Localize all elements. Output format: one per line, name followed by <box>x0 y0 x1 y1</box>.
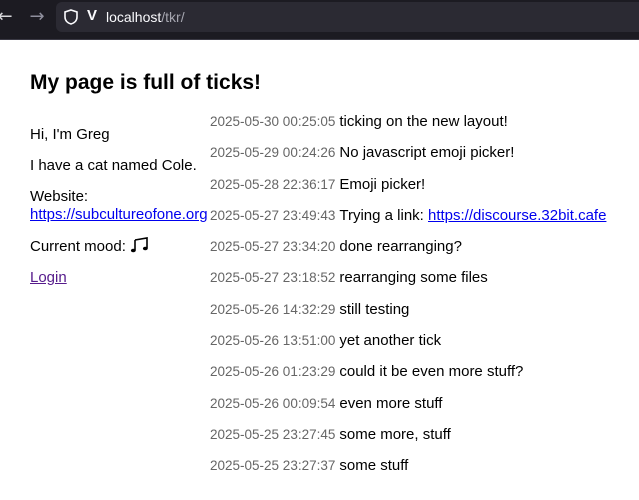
tick-text: some stuff <box>339 457 409 475</box>
tick-timestamp: 2025-05-25 23:27:45 <box>210 426 336 442</box>
tick-item: 2025-05-26 01:23:29 could it be even more… <box>210 363 639 394</box>
tick-text: rearranging some files <box>339 269 488 287</box>
tick-timestamp: 2025-05-26 00:09:54 <box>210 395 336 411</box>
greeting: Hi, I'm Greg <box>30 126 110 143</box>
tick-timestamp: 2025-05-29 00:24:26 <box>210 145 336 161</box>
tick-text: Trying a link: <box>339 206 428 224</box>
tick-timestamp: 2025-05-26 14:32:29 <box>210 301 336 317</box>
tick-item: 2025-05-26 00:09:54 even more stuff <box>210 395 639 426</box>
url-path: /tkr/ <box>161 9 185 25</box>
tick-item: 2025-05-27 23:49:43 Trying a link: https:… <box>210 207 639 238</box>
browser-toolbar: ← → V localhost/tkr/ <box>0 0 639 40</box>
mood-block: Current mood: <box>30 237 210 256</box>
login-block: Login <box>30 269 210 287</box>
arrow-left-icon[interactable]: ← <box>0 6 16 28</box>
tick-timestamp: 2025-05-26 13:51:00 <box>210 333 336 349</box>
mood-label: Current mood: <box>30 238 131 255</box>
website-label: Website: <box>30 188 89 205</box>
tick-timestamp: 2025-05-27 23:34:20 <box>210 239 336 255</box>
tick-text: done rearranging? <box>339 238 462 256</box>
tick-text: some more, stuff <box>339 425 451 443</box>
tick-text: still testing <box>339 300 410 318</box>
tick-item: 2025-05-27 23:18:52 rearranging some file… <box>210 269 639 300</box>
tick-text: Emoji picker! <box>339 175 426 193</box>
tick-item: 2025-05-26 14:32:29 still testing <box>210 301 639 332</box>
website-link[interactable]: https://subcultureofone.org <box>30 206 208 223</box>
tick-text: yet another tick <box>339 332 442 350</box>
login-link[interactable]: Login <box>30 269 67 286</box>
tick-item: 2025-05-27 23:34:20 done rearranging? <box>210 238 639 269</box>
tick-timestamp: 2025-05-27 23:49:43 <box>210 207 336 223</box>
tick-list: 2025-05-30 00:25:05 ticking on the new la… <box>210 113 639 489</box>
tick-timestamp: 2025-05-26 01:23:29 <box>210 364 336 380</box>
tick-text: could it be even more stuff? <box>339 363 524 381</box>
url-text[interactable]: localhost/tkr/ <box>106 8 185 26</box>
tick-text: No javascript emoji picker! <box>339 144 515 162</box>
tick-item: 2025-05-28 22:36:17 Emoji picker! <box>210 176 639 207</box>
tick-link[interactable]: https://discourse.32bit.cafe <box>428 207 606 224</box>
tick-item: 2025-05-25 23:27:45 some more, stuff <box>210 426 639 457</box>
music-note-icon <box>130 237 148 253</box>
page-title: My page is full of ticks! <box>30 71 262 94</box>
tick-timestamp: 2025-05-27 23:18:52 <box>210 270 336 286</box>
tick-item: 2025-05-29 00:24:26 No javascript emoji p… <box>210 144 639 175</box>
bio: I have a cat named Cole. <box>30 157 197 174</box>
tick-item: 2025-05-30 00:25:05 ticking on the new la… <box>210 113 639 144</box>
tick-item: 2025-05-25 23:27:37 some stuff <box>210 457 639 488</box>
url-host: localhost <box>106 9 162 25</box>
tick-text: even more stuff <box>339 394 443 412</box>
tick-item: 2025-05-26 13:51:00 yet another tick <box>210 332 639 363</box>
tick-text: ticking on the new layout! <box>339 113 508 130</box>
shield-icon[interactable] <box>64 9 78 25</box>
tick-timestamp: 2025-05-25 23:27:37 <box>210 458 336 474</box>
tick-timestamp: 2025-05-28 22:36:17 <box>210 176 336 192</box>
website-block: Website: https://subcultureofone.org <box>30 188 210 224</box>
address-bar[interactable]: V localhost/tkr/ <box>56 2 639 32</box>
sidebar: Hi, I'm Greg I have a cat named Cole. We… <box>30 126 210 300</box>
site-info-icon[interactable]: V <box>87 8 101 24</box>
tick-timestamp: 2025-05-30 00:25:05 <box>210 114 336 129</box>
arrow-right-icon[interactable]: → <box>26 6 48 28</box>
